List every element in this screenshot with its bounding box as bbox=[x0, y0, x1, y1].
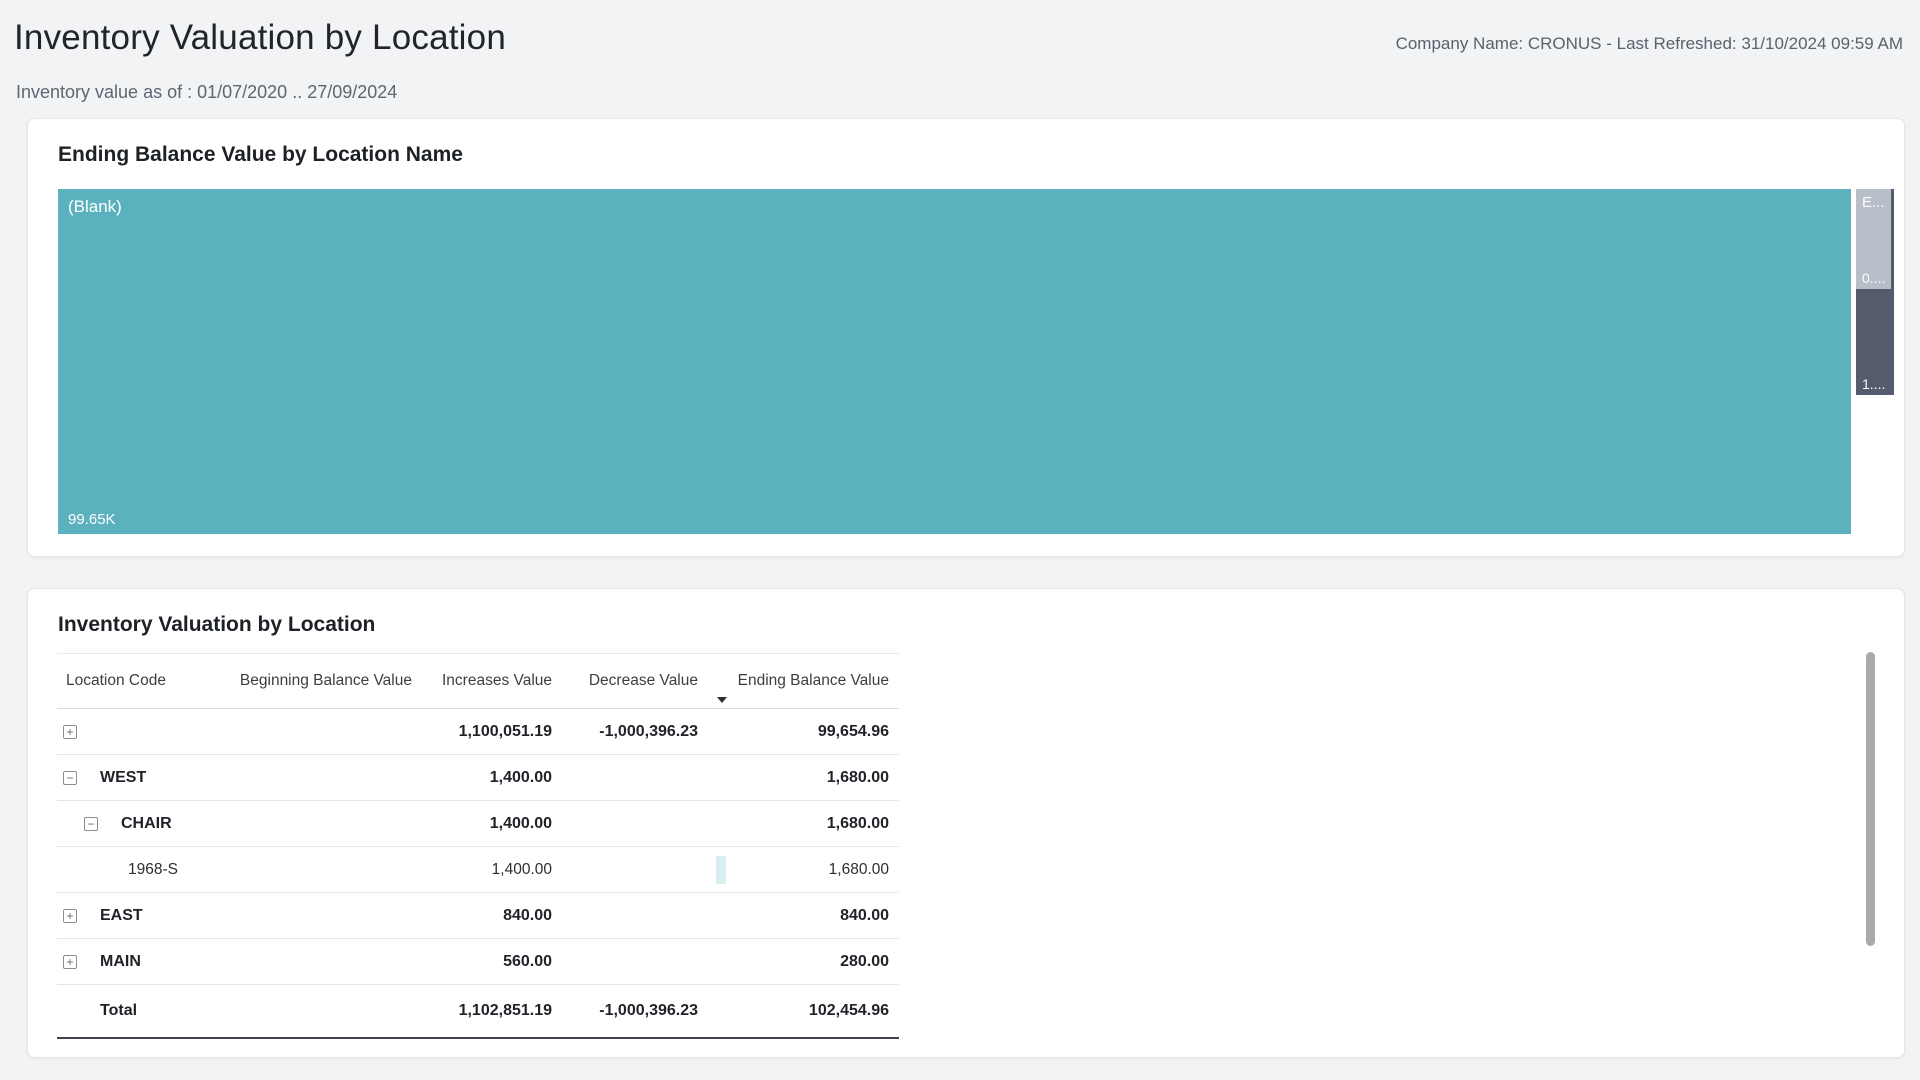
table-row[interactable]: + EAST 840.00 840.00 bbox=[57, 893, 899, 939]
increases-value: 1,400.00 bbox=[412, 847, 552, 892]
expand-icon[interactable]: + bbox=[63, 909, 77, 923]
increases-value: 1,100,051.19 bbox=[412, 709, 552, 754]
total-beginning-balance bbox=[191, 985, 412, 1037]
treemap-block-label: (Blank) bbox=[68, 197, 1841, 217]
increases-value: 1,400.00 bbox=[412, 801, 552, 846]
ending-balance-cell: 1,680.00 bbox=[698, 847, 889, 892]
ending-balance-value: 840.00 bbox=[698, 893, 889, 938]
beginning-balance-value bbox=[191, 709, 412, 754]
decrease-value bbox=[552, 755, 698, 800]
location-code: WEST bbox=[100, 769, 146, 787]
sort-descending-icon bbox=[717, 697, 727, 703]
table-row[interactable]: + 1,100,051.19 -1,000,396.23 99,654.96 bbox=[57, 709, 899, 755]
treemap-block-value: 1.... bbox=[1862, 376, 1888, 392]
table-row[interactable]: − CHAIR 1,400.00 1,680.00 bbox=[57, 801, 899, 847]
table-row[interactable]: + MAIN 560.00 280.00 bbox=[57, 939, 899, 985]
treemap-card: Ending Balance Value by Location Name (B… bbox=[27, 118, 1905, 557]
item-number: 1968-S bbox=[128, 861, 178, 879]
ending-balance-value: 99,654.96 bbox=[698, 709, 889, 754]
expand-icon[interactable]: + bbox=[63, 725, 77, 739]
expand-icon[interactable]: + bbox=[63, 955, 77, 969]
beginning-balance-value bbox=[191, 801, 412, 846]
ending-balance-value: 1,680.00 bbox=[698, 755, 889, 800]
ending-balance-value: 280.00 bbox=[698, 939, 889, 984]
increases-value: 560.00 bbox=[412, 939, 552, 984]
location-code: MAIN bbox=[100, 953, 141, 971]
column-header-decrease[interactable]: Decrease Value bbox=[552, 653, 698, 708]
decrease-value bbox=[552, 847, 698, 892]
decrease-value: -1,000,396.23 bbox=[552, 709, 698, 754]
page-title: Inventory Valuation by Location bbox=[14, 18, 506, 58]
matrix-header-row: Location Code Beginning Balance Value In… bbox=[57, 653, 899, 709]
item-category: CHAIR bbox=[121, 815, 172, 833]
treemap-block-blank[interactable]: (Blank) 99.65K bbox=[58, 189, 1851, 534]
ending-balance-value: 1,680.00 bbox=[829, 861, 889, 879]
decrease-value bbox=[552, 939, 698, 984]
matrix-title: Inventory Valuation by Location bbox=[58, 613, 375, 637]
beginning-balance-value bbox=[191, 893, 412, 938]
column-header-increases[interactable]: Increases Value bbox=[412, 653, 552, 708]
treemap-right-column: W... 1.... E... 0.... bbox=[1856, 189, 1904, 534]
column-header-location-code[interactable]: Location Code bbox=[57, 653, 191, 708]
treemap-chart: (Blank) 99.65K W... 1.... E... 0.... bbox=[58, 189, 1904, 534]
page-subtitle: Inventory value as of : 01/07/2020 .. 27… bbox=[16, 82, 397, 103]
vertical-scrollbar[interactable] bbox=[1866, 652, 1875, 946]
column-header-beginning-balance[interactable]: Beginning Balance Value bbox=[191, 653, 412, 708]
beginning-balance-value bbox=[191, 755, 412, 800]
matrix-card: Inventory Valuation by Location Location… bbox=[27, 588, 1905, 1058]
column-header-ending-balance[interactable]: Ending Balance Value bbox=[698, 653, 889, 708]
matrix-body: + 1,100,051.19 -1,000,396.23 99,654.96 −… bbox=[57, 709, 899, 1039]
column-header-label: Ending Balance Value bbox=[738, 672, 889, 690]
report-page: Inventory Valuation by Location Inventor… bbox=[0, 0, 1920, 1080]
total-row: Total 1,102,851.19 -1,000,396.23 102,454… bbox=[57, 985, 899, 1039]
beginning-balance-value bbox=[191, 939, 412, 984]
table-row[interactable]: − WEST 1,400.00 1,680.00 bbox=[57, 755, 899, 801]
table-row[interactable]: 1968-S 1,400.00 1,680.00 bbox=[57, 847, 899, 893]
collapse-icon[interactable]: − bbox=[84, 817, 98, 831]
treemap-block-east[interactable]: E... 0.... bbox=[1856, 189, 1891, 289]
increases-value: 1,400.00 bbox=[412, 755, 552, 800]
total-ending-balance: 102,454.96 bbox=[698, 985, 889, 1037]
beginning-balance-value bbox=[191, 847, 412, 892]
collapse-icon[interactable]: − bbox=[63, 771, 77, 785]
treemap-title: Ending Balance Value by Location Name bbox=[58, 143, 463, 167]
total-label: Total bbox=[57, 985, 191, 1037]
total-decrease: -1,000,396.23 bbox=[552, 985, 698, 1037]
location-code: EAST bbox=[100, 907, 143, 925]
ending-balance-value: 1,680.00 bbox=[698, 801, 889, 846]
treemap-block-label: E... bbox=[1862, 194, 1885, 211]
total-increases: 1,102,851.19 bbox=[412, 985, 552, 1037]
increases-value: 840.00 bbox=[412, 893, 552, 938]
treemap-block-value: 99.65K bbox=[68, 511, 1841, 528]
treemap-block-value: 0.... bbox=[1862, 270, 1885, 286]
decrease-value bbox=[552, 893, 698, 938]
company-refresh-info: Company Name: CRONUS - Last Refreshed: 3… bbox=[1396, 34, 1903, 54]
decrease-value bbox=[552, 801, 698, 846]
data-bar bbox=[716, 856, 726, 884]
